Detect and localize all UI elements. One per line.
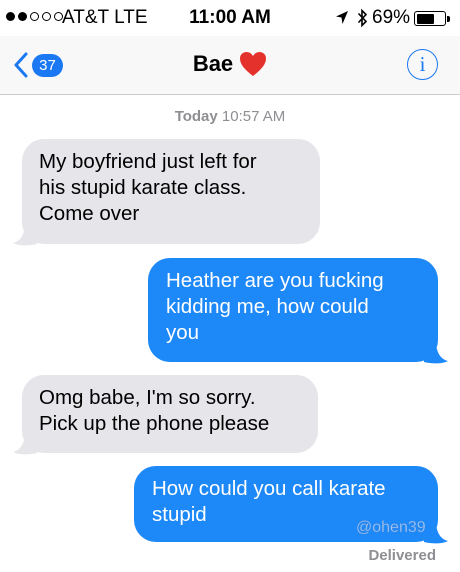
timestamp-day: Today: [174, 108, 218, 125]
battery-percentage: 69%: [372, 7, 411, 28]
message-text: How could you call karate: [152, 477, 386, 500]
message-bubble-received[interactable]: My boyfriend just left for his stupid ka…: [22, 139, 320, 244]
message-text: kidding me, how could: [166, 295, 369, 318]
timestamp-time: 10:57 AM: [221, 108, 286, 125]
message-text: his stupid karate class.: [39, 176, 247, 199]
message-text: you: [166, 321, 200, 344]
red-heart-icon: [240, 52, 267, 76]
location-arrow-icon: [335, 10, 349, 30]
status-bar: AT&T LTE 11:00 AM 69%: [0, 0, 460, 36]
conversation-header: 37 Bae i: [0, 36, 460, 95]
message-text: Come over: [39, 202, 140, 225]
message-text: Omg babe, I'm so sorry.: [39, 386, 256, 409]
message-bubble-received[interactable]: Omg babe, I'm so sorry. Pick up the phon…: [22, 375, 318, 453]
info-icon: i: [419, 52, 426, 76]
bubble-tail-received: [13, 222, 37, 246]
bubble-tail-received: [13, 431, 37, 455]
bluetooth-icon: [357, 8, 368, 33]
message-text: Heather are you fucking: [166, 269, 384, 292]
bubble-tail-sent: [424, 520, 448, 544]
message-text: My boyfriend just left for: [39, 150, 257, 173]
contact-title[interactable]: Bae: [0, 51, 460, 77]
delivery-status: Delivered: [368, 547, 436, 564]
bubble-tail-sent: [424, 340, 448, 364]
message-bubble-sent[interactable]: Heather are you fucking kidding me, how …: [148, 258, 438, 362]
battery-icon: [414, 11, 446, 26]
contact-name: Bae: [192, 51, 234, 76]
conversation-timestamp: Today 10:57 AM: [0, 108, 460, 125]
watermark: @ohen39: [356, 519, 426, 536]
info-button[interactable]: i: [407, 49, 438, 80]
battery-level-fill: [416, 13, 435, 24]
message-text: Pick up the phone please: [39, 412, 270, 435]
battery-tip: [447, 16, 450, 22]
